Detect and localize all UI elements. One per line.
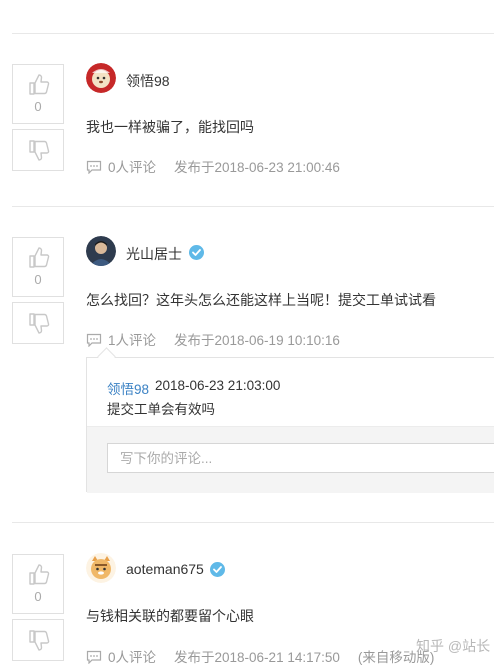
vote-count: 0 — [34, 589, 42, 604]
reply-username[interactable]: 领悟98 — [107, 378, 149, 398]
divider — [12, 206, 494, 207]
thumbs-up-icon — [27, 246, 51, 275]
comment-text: 怎么找回？这年头怎么还能这样上当呢！提交工单试试看 — [86, 292, 436, 308]
comment-icon — [86, 333, 102, 350]
avatar[interactable] — [86, 63, 116, 93]
avatar[interactable] — [86, 236, 116, 266]
comment-meta: 1人评论 发布于2018-06-19 10:10:16 — [86, 329, 340, 350]
downvote-button[interactable] — [12, 302, 64, 344]
comment-meta: 0人评论 发布于2018-06-21 14:17:50 (来自移动版) — [86, 646, 434, 667]
vote-count: 0 — [34, 99, 42, 114]
username[interactable]: 领悟98 — [126, 71, 170, 91]
thumbs-down-icon — [27, 311, 51, 340]
thumbs-up-icon — [27, 73, 51, 102]
reply-time: 2018-06-23 21:03:00 — [155, 378, 281, 393]
reply-panel: 领悟98 2018-06-23 21:03:00 提交工单会有效吗 — [86, 357, 494, 493]
comment-count-link[interactable]: 1人评论 — [108, 333, 156, 348]
thumbs-down-icon — [27, 628, 51, 657]
thumbs-up-icon — [27, 563, 51, 592]
username[interactable]: aoteman675 — [126, 561, 204, 577]
upvote-button[interactable]: 0 — [12, 554, 64, 614]
comment-count-link[interactable]: 0人评论 — [108, 650, 156, 665]
comment-input[interactable] — [107, 443, 494, 473]
reply-text: 提交工单会有效吗 — [107, 402, 215, 417]
reply-item: 领悟98 2018-06-23 21:03:00 提交工单会有效吗 — [87, 358, 494, 426]
vote-count: 0 — [34, 272, 42, 287]
verified-icon — [210, 562, 225, 577]
watermark: 知乎 @站长 — [416, 638, 491, 654]
published-time: 发布于2018-06-19 10:10:16 — [174, 333, 340, 348]
comment-text: 我也一样被骗了，能找回吗 — [86, 119, 254, 135]
comment-text: 与钱相关联的都要留个心眼 — [86, 608, 254, 624]
divider — [12, 522, 494, 523]
reply-input-area — [87, 426, 494, 493]
published-time: 发布于2018-06-23 21:00:46 — [174, 160, 340, 175]
upvote-button[interactable]: 0 — [12, 237, 64, 297]
comment-meta: 0人评论 发布于2018-06-23 21:00:46 — [86, 156, 340, 177]
username[interactable]: 光山居士 — [126, 244, 182, 264]
comment-icon — [86, 160, 102, 177]
verified-icon — [189, 245, 204, 260]
published-time: 发布于2018-06-21 14:17:50 — [174, 650, 340, 665]
divider — [12, 33, 494, 34]
downvote-button[interactable] — [12, 129, 64, 171]
comment-count-link[interactable]: 0人评论 — [108, 160, 156, 175]
upvote-button[interactable]: 0 — [12, 64, 64, 124]
comment-icon — [86, 650, 102, 667]
avatar[interactable] — [86, 553, 116, 583]
thumbs-down-icon — [27, 138, 51, 167]
downvote-button[interactable] — [12, 619, 64, 661]
